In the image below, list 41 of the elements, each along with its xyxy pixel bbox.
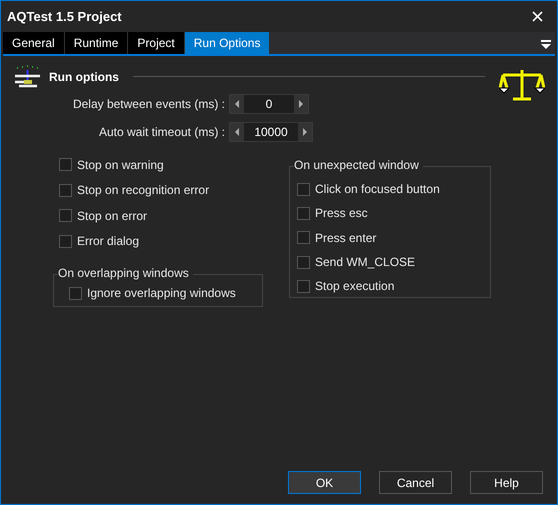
dialog-button[interactable]: OK: [288, 471, 361, 494]
tab[interactable]: Project: [128, 32, 185, 54]
spin-field[interactable]: 0: [229, 94, 309, 114]
checkbox-label: Send WM_CLOSE: [315, 254, 416, 272]
checkbox[interactable]: [59, 158, 72, 172]
checkbox-label: Error dialog: [77, 233, 140, 250]
scale-icon: [13, 64, 43, 90]
checkbox-label: Stop on recognition error: [77, 182, 210, 200]
checkbox[interactable]: [69, 286, 82, 300]
group-title: On overlapping windows: [58, 266, 193, 280]
checkbox-label: Press enter: [315, 230, 376, 247]
checkbox-label: Stop on error: [77, 208, 148, 225]
dialog-button[interactable]: Cancel: [379, 471, 452, 494]
close-icon[interactable]: [532, 11, 543, 22]
checkbox[interactable]: [297, 256, 310, 269]
checkbox-label: Stop on warning: [77, 156, 164, 174]
checkbox[interactable]: [297, 182, 310, 196]
menu-icon[interactable]: [541, 40, 551, 49]
checkbox-label: Click on focused button: [315, 181, 440, 198]
checkbox[interactable]: [297, 280, 310, 293]
window-title: AQTest 1.5 Project: [7, 8, 122, 26]
checkbox[interactable]: [297, 231, 310, 244]
field-value: 10000: [253, 124, 289, 141]
checkbox[interactable]: [59, 234, 72, 248]
section-title: Run options: [49, 69, 119, 86]
scale-icon: [499, 68, 545, 102]
checkbox-label: Ignore overlapping windows: [87, 285, 236, 302]
spin-field[interactable]: 10000: [229, 122, 313, 142]
checkbox[interactable]: [59, 184, 72, 197]
checkbox[interactable]: [59, 209, 72, 222]
dialog-button[interactable]: Help: [470, 471, 543, 494]
checkbox[interactable]: [297, 206, 310, 220]
checkbox-label: Press esc: [315, 205, 368, 222]
tab[interactable]: Run Options: [184, 32, 270, 54]
field-value: 0: [264, 96, 274, 113]
tab[interactable]: Runtime: [64, 32, 128, 54]
checkbox-label: Stop execution: [315, 278, 394, 296]
group-title: On unexpected window: [294, 158, 423, 172]
tab[interactable]: General: [3, 32, 65, 54]
field-label: Auto wait timeout (ms) :: [98, 124, 226, 141]
field-label: Delay between events (ms) :: [72, 96, 226, 113]
